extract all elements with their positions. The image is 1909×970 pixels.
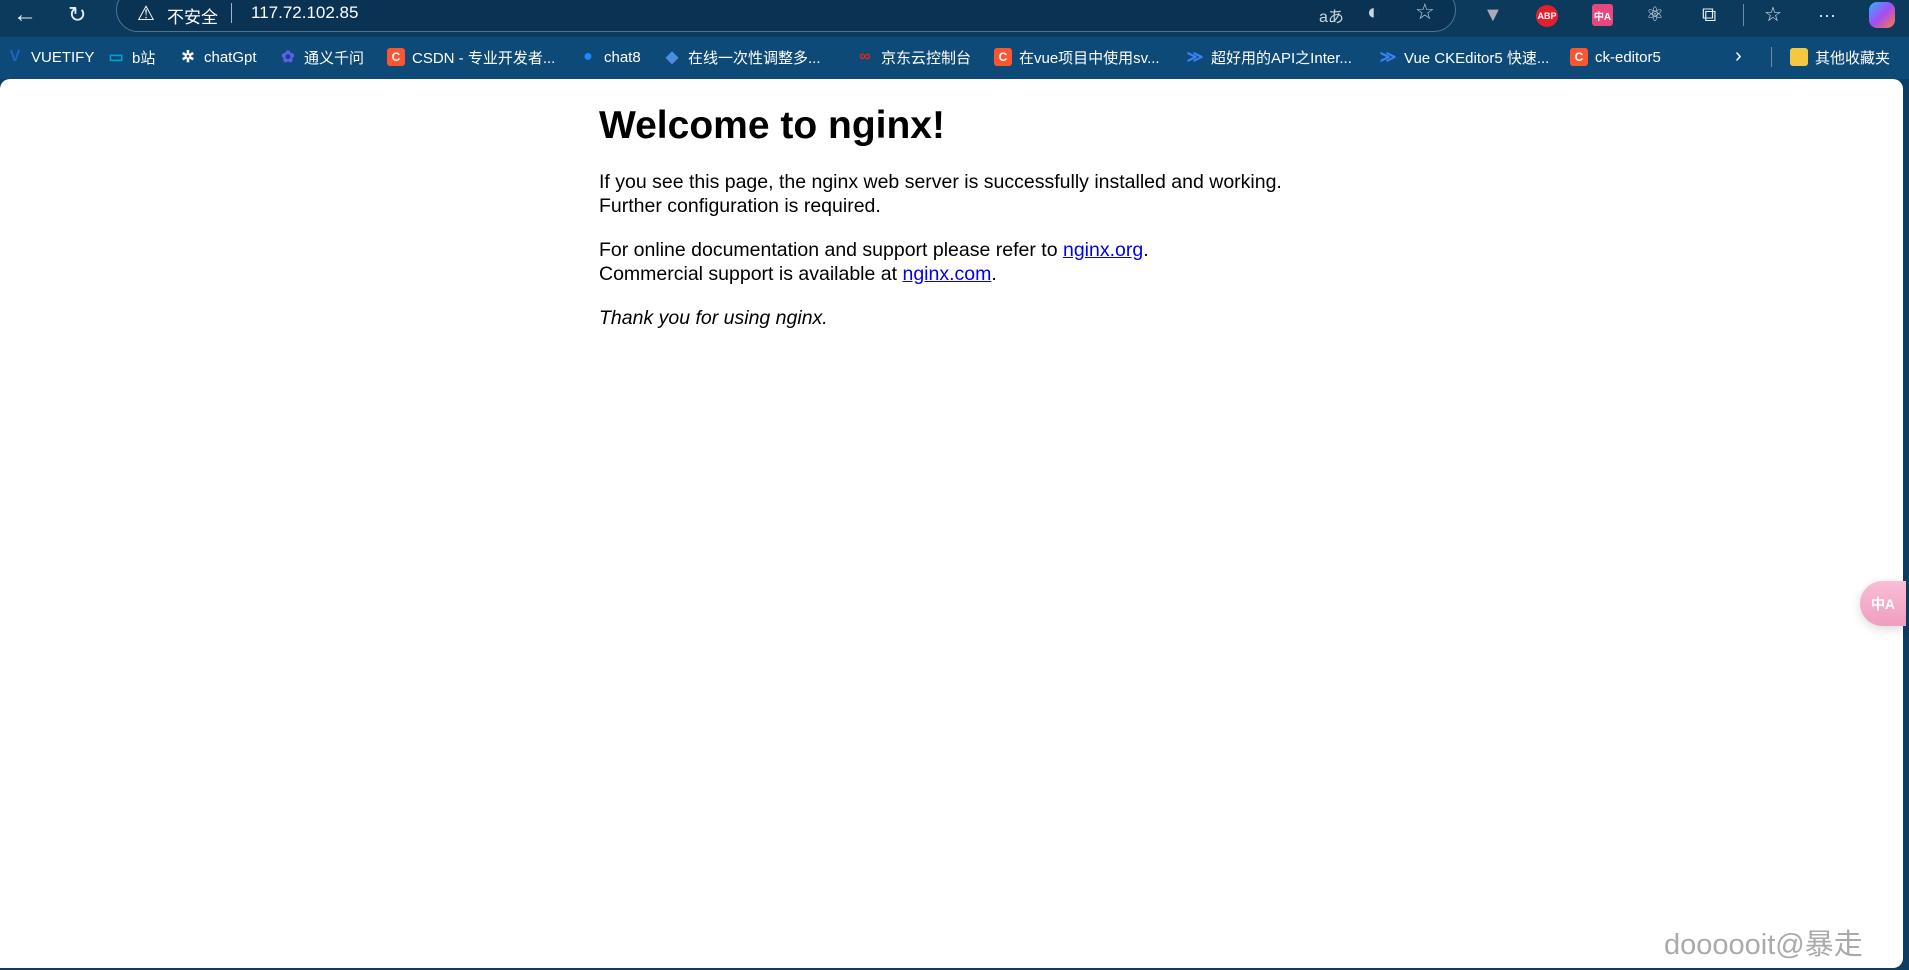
bookmark-label: CSDN - 专业开发者...	[412, 49, 556, 67]
text: .	[1143, 239, 1149, 261]
intro-paragraph: If you see this page, the nginx web serv…	[599, 171, 1282, 217]
bookmark-item[interactable]: ◆ 在线一次性调整多...	[663, 37, 821, 77]
back-icon[interactable]: ←	[13, 0, 37, 30]
bookmark-item[interactable]: Cck-editor5	[1570, 37, 1661, 77]
bookmark-item[interactable]: C 在vue项目中使用sv...	[994, 37, 1160, 77]
bookmark-item[interactable]: V VUETIFY	[6, 37, 95, 77]
bookmark-item[interactable]: ∞ 京东云控制台	[856, 37, 971, 77]
text: Commercial support is available at	[599, 263, 903, 285]
translate-extension-icon[interactable]: 中A	[1592, 4, 1613, 26]
bookmark-label: chat8	[604, 48, 641, 66]
react-icon[interactable]: ⚛	[1646, 0, 1664, 30]
bookmark-item[interactable]: ▭ b站	[107, 37, 155, 77]
nginx-com-link[interactable]: nginx.com	[902, 263, 991, 285]
bookmark-label: 在vue项目中使用sv...	[1019, 49, 1160, 67]
divider	[1771, 47, 1772, 67]
browser-toolbar: ← ↻ ⚠ 不安全 117.72.102.85 aあ ◐ ☆ ▼ ABP 中A …	[0, 0, 1909, 37]
bookmark-item[interactable]: ≫ Vue CKEditor5 快速...	[1379, 37, 1550, 77]
favorites-icon[interactable]: ☆	[1764, 0, 1782, 30]
reload-icon[interactable]: ↻	[68, 0, 86, 30]
bookmark-item[interactable]: C CSDN - 专业开发者...	[387, 37, 555, 77]
nginx-org-link[interactable]: nginx.org	[1063, 239, 1143, 261]
address-bar[interactable]: ⚠ 不安全 117.72.102.85 aあ ◐ ☆	[116, 0, 1456, 32]
bookmark-favicon-icon: ◆	[665, 49, 679, 66]
bookmark-label: chatGpt	[204, 48, 257, 66]
other-bookmarks-label: 其他收藏夹	[1815, 49, 1891, 67]
warning-icon[interactable]: ⚠	[137, 1, 155, 26]
floating-translate-button[interactable]: 中A	[1860, 581, 1906, 626]
bookmark-favicon-icon: ∞	[859, 48, 871, 65]
bookmark-favicon-icon: C	[387, 48, 405, 66]
bookmark-favicon-icon: V	[9, 48, 21, 65]
text: For online documentation and support ple…	[599, 239, 1063, 261]
watermark: doooooit@暴走	[1664, 929, 1863, 961]
copilot-icon[interactable]	[1869, 2, 1895, 28]
bookmark-label: VUETIFY	[31, 48, 95, 66]
star-icon[interactable]: ☆	[1415, 0, 1435, 25]
docs-paragraph: For online documentation and support ple…	[599, 238, 1289, 286]
bookmark-label: 京东云控制台	[881, 49, 972, 67]
bookmark-label: 超好用的API之Inter...	[1211, 49, 1352, 67]
nginx-welcome: Welcome to nginx! If you see this page, …	[599, 103, 1289, 350]
folder-icon: ▮	[1790, 48, 1808, 66]
more-icon[interactable]: ···	[1818, 0, 1836, 30]
other-bookmarks-folder[interactable]: ▮ 其他收藏夹	[1790, 37, 1890, 77]
bookmark-label: Vue CKEditor5 快速...	[1404, 49, 1550, 67]
bookmark-favicon-icon: ≫	[1186, 49, 1204, 66]
divider	[1743, 4, 1744, 26]
puzzle-icon[interactable]: ⧉	[1702, 0, 1716, 30]
bookmark-favicon-icon: ✿	[281, 49, 295, 66]
bookmark-favicon-icon: ●	[583, 48, 593, 65]
bookmark-item[interactable]: ● chat8	[579, 37, 641, 77]
page-content: Welcome to nginx! If you see this page, …	[0, 79, 1903, 968]
adblock-icon[interactable]: ABP	[1536, 5, 1558, 27]
bookmark-item[interactable]: ✿ 通义千问	[279, 37, 364, 77]
vuetify-extension-icon[interactable]: ▼	[1483, 0, 1503, 30]
page-title: Welcome to nginx!	[599, 104, 945, 147]
url-text[interactable]: 117.72.102.85	[251, 3, 358, 23]
bookmark-favicon-icon: ≫	[1379, 49, 1397, 66]
edge-icon[interactable]: ◐	[1367, 0, 1380, 25]
bookmark-favicon-icon: C	[1570, 48, 1588, 66]
bookmark-label: ck-editor5	[1595, 48, 1661, 66]
bookmark-label: 通义千问	[304, 49, 365, 67]
divider	[231, 3, 232, 23]
bookmark-item[interactable]: ≫ 超好用的API之Inter...	[1186, 37, 1352, 77]
bookmark-item[interactable]: ✲ chatGpt	[179, 37, 257, 77]
text: .	[991, 263, 997, 285]
bookmark-label: b站	[132, 49, 156, 67]
bookmark-favicon-icon: ▭	[108, 49, 124, 66]
read-aloud-icon[interactable]: aあ	[1319, 3, 1344, 27]
security-label[interactable]: 不安全	[167, 3, 218, 28]
bookmarks-bar: › ▮ 其他收藏夹 V VUETIFY ▭ b站 ✲ chatGpt ✿ 通义千问 C CSDN …	[0, 37, 1909, 79]
bookmark-favicon-icon: ✲	[181, 49, 195, 66]
thanks-paragraph: Thank you for using nginx.	[599, 307, 828, 329]
chevron-right-icon[interactable]: ›	[1735, 45, 1742, 68]
bookmark-label: 在线一次性调整多...	[688, 49, 821, 67]
bookmark-favicon-icon: C	[994, 48, 1012, 66]
